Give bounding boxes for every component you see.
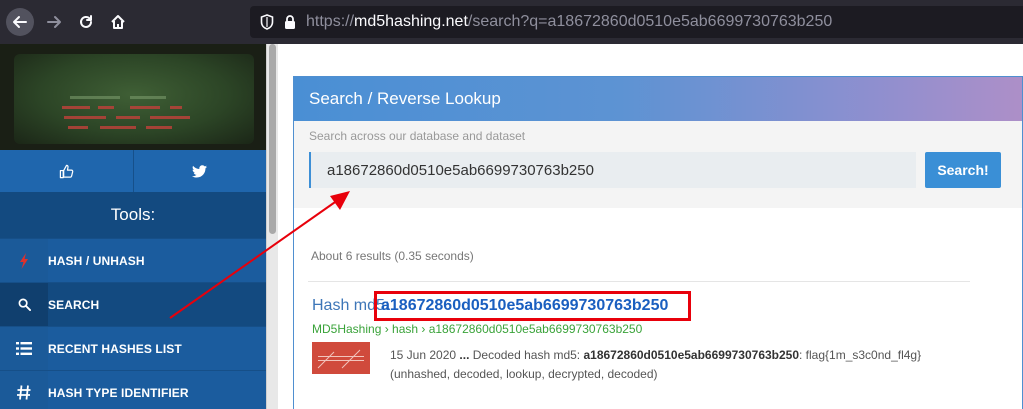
sidebar-banner-image (0, 44, 266, 150)
result-thumbnail (312, 342, 370, 374)
lock-icon[interactable] (284, 14, 296, 30)
sidebar-item-hash-unhash[interactable]: HASH / UNHASH (0, 238, 266, 283)
hash-icon (0, 370, 48, 409)
like-button[interactable] (0, 150, 133, 192)
sidebar-item-search[interactable]: SEARCH (0, 282, 266, 327)
search-button[interactable]: Search! (925, 152, 1001, 188)
banner-mark (150, 116, 190, 119)
shield-icon[interactable] (260, 14, 274, 30)
url-text[interactable]: https://md5hashing.net/search?q=a1867286… (306, 13, 832, 31)
home-button[interactable] (104, 8, 132, 36)
sidebar-item-hash-type-identifier[interactable]: HASH TYPE IDENTIFIER (0, 370, 266, 409)
lightning-icon (0, 238, 48, 283)
results-divider (308, 281, 970, 282)
twitter-icon (192, 164, 208, 177)
list-icon (0, 326, 48, 371)
result-url[interactable]: MD5Hashing › hash › a18672860d0510e5ab66… (312, 322, 642, 336)
banner-screen (14, 54, 254, 144)
results-count: About 6 results (0.35 seconds) (311, 249, 474, 263)
social-row (0, 150, 266, 192)
search-area: Search across our database and dataset a… (294, 121, 1022, 208)
home-icon (111, 15, 125, 29)
banner-mark (100, 126, 136, 129)
back-button[interactable] (6, 8, 34, 36)
url-bar[interactable]: https://md5hashing.net/search?q=a1867286… (250, 6, 1023, 38)
result-desc-hash: a18672860d0510e5ab6699730763b250 (583, 348, 800, 362)
browser-toolbar: https://md5hashing.net/search?q=a1867286… (0, 0, 1023, 44)
sidebar-item-label: SEARCH (48, 297, 100, 312)
search-input[interactable]: a18672860d0510e5ab6699730763b250 (309, 152, 916, 188)
arrow-right-icon (47, 16, 61, 28)
banner-mark (70, 96, 120, 99)
arrow-left-icon (13, 16, 27, 28)
search-hint: Search across our database and dataset (309, 129, 526, 143)
main-content: Search / Reverse Lookup Search across ou… (278, 44, 1023, 409)
page-scrollbar[interactable] (266, 44, 278, 409)
result-date: 15 Jun 2020 (390, 348, 457, 362)
highlight-box (374, 291, 691, 321)
url-path: /search?q=a18672860d0510e5ab6699730763b2… (467, 13, 833, 30)
sidebar-item-label: HASH TYPE IDENTIFIER (48, 385, 189, 400)
banner-mark (146, 126, 172, 129)
sidebar-item-recent-hashes[interactable]: RECENT HASHES LIST (0, 326, 266, 371)
result-desc-post: : flag{1m_s3c0nd_fl4g} (799, 348, 922, 362)
url-prefix: https:// (306, 13, 355, 30)
result-snippet: 15 Jun 2020 ... Decoded hash md5: a18672… (390, 346, 970, 384)
thumbnail-mark (317, 349, 361, 369)
panel-title: Search / Reverse Lookup (294, 77, 1022, 121)
url-host: md5hashing.net (354, 13, 468, 30)
banner-mark (170, 106, 182, 109)
banner-mark (64, 116, 106, 119)
sidebar-item-label: HASH / UNHASH (48, 253, 145, 268)
sidebar-item-label: RECENT HASHES LIST (48, 341, 182, 356)
banner-mark (68, 126, 88, 129)
result-tags: (unhashed, decoded, lookup, decrypted, d… (390, 367, 658, 381)
scrollbar-thumb[interactable] (269, 44, 276, 234)
result-desc-pre: Decoded hash md5: (472, 348, 584, 362)
banner-mark (62, 106, 90, 109)
banner-mark (98, 106, 114, 109)
banner-mark (130, 96, 166, 99)
sidebar: Tools: HASH / UNHASH SEARCH RECENT HASHE… (0, 44, 266, 409)
result-separator: ... (456, 348, 473, 362)
search-icon (0, 282, 48, 327)
forward-button[interactable] (40, 8, 68, 36)
reload-button[interactable] (72, 8, 100, 36)
reload-icon (80, 15, 92, 28)
banner-mark (116, 116, 140, 119)
tools-title: Tools: (0, 192, 266, 238)
banner-mark (130, 106, 160, 109)
twitter-button[interactable] (132, 150, 266, 192)
thumbs-up-icon (59, 164, 74, 178)
